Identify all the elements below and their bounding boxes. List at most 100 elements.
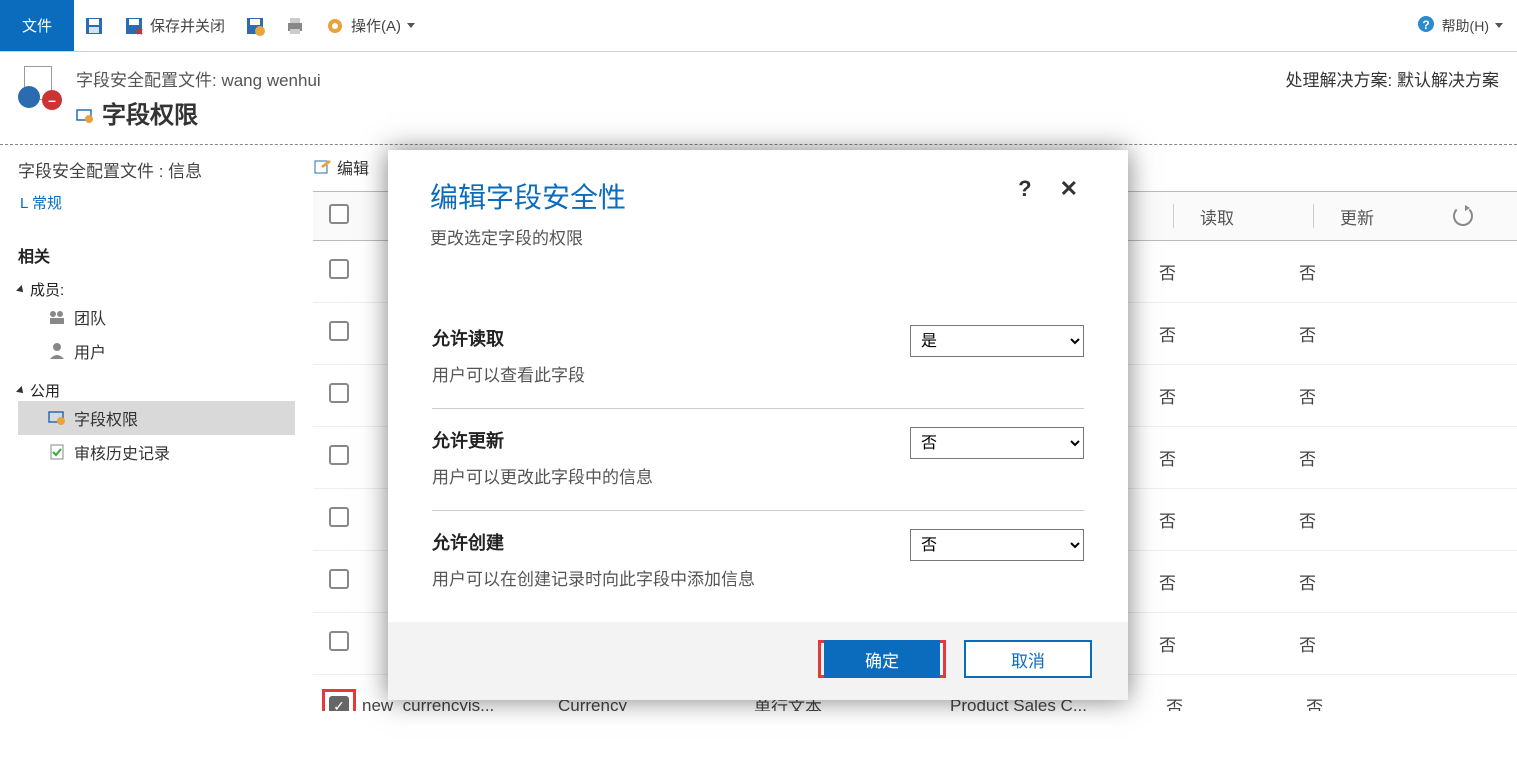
perm-label: 允许更新 <box>432 427 910 453</box>
col-update[interactable]: 更新 <box>1313 204 1443 228</box>
save-close-icon <box>124 16 144 36</box>
checkbox-icon[interactable] <box>329 321 349 341</box>
cell-read: 否 <box>1140 693 1280 711</box>
edit-icon <box>313 158 331 176</box>
cell-update: 否 <box>1280 693 1410 711</box>
sidebar-item-users[interactable]: 用户 <box>18 334 295 368</box>
row-checkbox-cell[interactable] <box>329 259 349 284</box>
edit-label: 编辑 <box>337 155 369 179</box>
cell-update: 否 <box>1273 507 1403 532</box>
chevron-down-icon <box>1495 23 1503 28</box>
save-close-label: 保存并关闭 <box>150 15 225 36</box>
checkbox-icon[interactable] <box>329 383 349 403</box>
cell-update: 否 <box>1273 631 1403 656</box>
cell-update: 否 <box>1273 445 1403 470</box>
select-all-cell[interactable] <box>329 204 389 229</box>
chevron-down-icon <box>407 23 415 28</box>
row-checkbox-cell[interactable] <box>329 445 349 470</box>
cell-update: 否 <box>1273 569 1403 594</box>
checkbox-icon[interactable] <box>329 569 349 589</box>
cell-read: 否 <box>1133 383 1273 408</box>
save-icon <box>84 16 104 36</box>
cell-update: 否 <box>1273 383 1403 408</box>
save-button[interactable] <box>74 0 114 51</box>
perm-label: 允许创建 <box>432 529 910 555</box>
gear-icon <box>325 16 345 36</box>
key-icon <box>76 104 94 122</box>
sidebar-general-link[interactable]: L 常规 <box>18 190 295 223</box>
cell-read: 否 <box>1133 569 1273 594</box>
save-new-button[interactable] <box>235 0 275 51</box>
save-close-button[interactable]: 保存并关闭 <box>114 0 235 51</box>
actions-menu[interactable]: 操作(A) <box>315 0 425 51</box>
sidebar-item-audit[interactable]: 审核历史记录 <box>18 435 295 469</box>
permission-row: 允许更新用户可以更改此字段中的信息是否 <box>432 409 1084 511</box>
refresh-button[interactable] <box>1443 206 1483 226</box>
edit-field-security-dialog: 编辑字段安全性 更改选定字段的权限 ? ✕ 允许读取用户可以查看此字段是否允许更… <box>388 150 1128 700</box>
perm-desc: 用户可以查看此字段 <box>432 361 910 386</box>
col-read[interactable]: 读取 <box>1173 204 1313 228</box>
sidebar-common-group[interactable]: 公用 <box>18 380 295 401</box>
sidebar-item-field-perm[interactable]: 字段权限 <box>18 401 295 435</box>
user-icon <box>48 342 66 360</box>
checkbox-icon[interactable] <box>329 631 349 651</box>
toolbar: 文件 保存并关闭 操作(A) ? 帮助(H) <box>0 0 1517 52</box>
solution-label: 处理解决方案: 默认解决方案 <box>1286 66 1499 91</box>
page-header: – 字段安全配置文件: wang wenhui 字段权限 处理解决方案: 默认解… <box>0 52 1517 145</box>
checkbox-icon[interactable] <box>329 696 349 712</box>
svg-text:?: ? <box>1422 18 1429 32</box>
help-icon: ? <box>1416 14 1436 37</box>
perm-label: 允许读取 <box>432 325 910 351</box>
ok-button[interactable]: 确定 <box>824 640 940 678</box>
dialog-help-button[interactable]: ? <box>1004 176 1045 202</box>
dialog-title: 编辑字段安全性 <box>430 176 1004 216</box>
sidebar-members-group[interactable]: 成员: <box>18 279 295 300</box>
row-checkbox-cell[interactable] <box>329 631 349 656</box>
perm-select[interactable]: 是否 <box>910 427 1084 459</box>
checkbox-icon[interactable] <box>329 204 349 224</box>
cell-read: 否 <box>1133 507 1273 532</box>
row-checkbox-cell[interactable] <box>329 569 349 594</box>
help-button[interactable]: ? 帮助(H) <box>1402 14 1517 37</box>
cell-update: 否 <box>1273 321 1403 346</box>
cell-read: 否 <box>1133 259 1273 284</box>
cell-read: 否 <box>1133 631 1273 656</box>
checkbox-icon[interactable] <box>329 445 349 465</box>
sidebar-field-perm-label: 字段权限 <box>74 406 138 430</box>
entity-icon: – <box>18 66 62 110</box>
dialog-close-button[interactable]: ✕ <box>1046 176 1092 202</box>
audit-icon <box>48 443 66 461</box>
row-checkbox-cell[interactable] <box>322 689 356 712</box>
perm-select[interactable]: 是否 <box>910 529 1084 561</box>
sidebar-users-label: 用户 <box>74 339 106 363</box>
perm-select[interactable]: 是否 <box>910 325 1084 357</box>
file-menu[interactable]: 文件 <box>0 0 74 51</box>
permission-row: 允许读取用户可以查看此字段是否 <box>432 307 1084 409</box>
team-icon <box>48 308 66 326</box>
row-checkbox-cell[interactable] <box>329 507 349 532</box>
row-checkbox-cell[interactable] <box>329 383 349 408</box>
help-label: 帮助(H) <box>1442 16 1489 36</box>
ok-button-highlight: 确定 <box>818 640 946 678</box>
cell-read: 否 <box>1133 321 1273 346</box>
page-title: 字段权限 <box>76 95 321 130</box>
row-checkbox-cell[interactable] <box>329 321 349 346</box>
sidebar-info-title: 字段安全配置文件 : 信息 <box>18 157 295 182</box>
refresh-icon <box>1453 206 1473 226</box>
perm-desc: 用户可以在创建记录时向此字段中添加信息 <box>432 565 910 590</box>
sidebar-item-team[interactable]: 团队 <box>18 300 295 334</box>
print-button[interactable] <box>275 0 315 51</box>
sidebar-related-section: 相关 <box>18 243 295 267</box>
actions-label: 操作(A) <box>351 15 401 36</box>
save-new-icon <box>245 16 265 36</box>
permission-row: 允许创建用户可以在创建记录时向此字段中添加信息是否 <box>432 511 1084 612</box>
sidebar: 字段安全配置文件 : 信息 L 常规 相关 成员: 团队 用户 公用 字段权限 … <box>0 145 295 776</box>
cancel-button[interactable]: 取消 <box>964 640 1092 678</box>
checkbox-icon[interactable] <box>329 259 349 279</box>
print-icon <box>285 16 305 36</box>
perm-desc: 用户可以更改此字段中的信息 <box>432 463 910 488</box>
dialog-subtitle: 更改选定字段的权限 <box>430 224 1004 249</box>
cell-update: 否 <box>1273 259 1403 284</box>
cell-read: 否 <box>1133 445 1273 470</box>
checkbox-icon[interactable] <box>329 507 349 527</box>
